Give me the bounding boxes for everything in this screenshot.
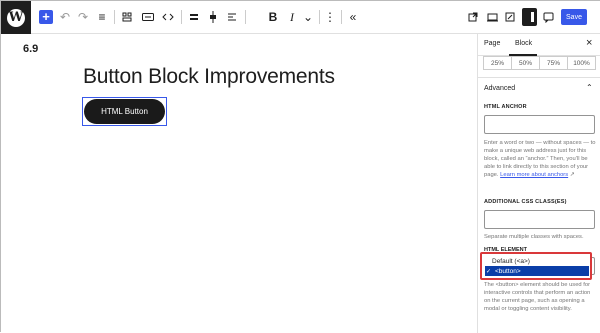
version-label: 6.9: [23, 43, 39, 55]
html-element-help: The <button> element should be used for …: [484, 282, 591, 312]
block-inserter-button[interactable]: +: [39, 10, 53, 24]
bold-button[interactable]: B: [267, 7, 279, 27]
width-option-100[interactable]: 100%: [568, 56, 596, 70]
move-arrows-icon[interactable]: [161, 7, 175, 27]
chevron-up-icon[interactable]: ⌃: [586, 83, 593, 92]
comment-icon[interactable]: [542, 7, 554, 27]
html-anchor-help: Enter a word or two — without spaces — t…: [484, 140, 596, 178]
vertical-align-icon[interactable]: [207, 7, 219, 27]
editor-window: W + ↶ ↷ ≡ B I ⌄ ⋮ « Save 6.9 Button Bloc…: [0, 0, 600, 333]
html-element-option-button-label: <button>: [495, 267, 521, 275]
html-element-option-default[interactable]: Default (<a>): [485, 256, 589, 266]
toolbar-divider: [245, 10, 246, 24]
text-align-icon[interactable]: [226, 7, 238, 27]
divider: [478, 77, 600, 78]
post-title[interactable]: Button Block Improvements: [83, 65, 335, 89]
toolbar-divider: [341, 10, 342, 24]
save-button[interactable]: Save: [561, 9, 587, 25]
width-option-75[interactable]: 75%: [540, 56, 568, 70]
html-anchor-input[interactable]: [484, 115, 595, 134]
toolbar-divider: [181, 10, 182, 24]
justify-icon[interactable]: [188, 7, 200, 27]
undo-icon[interactable]: ↶: [59, 7, 71, 27]
css-class-help: Separate multiple classes with spaces.: [484, 234, 584, 240]
html-element-dropdown: Default (<a>) ✓ <button>: [480, 252, 592, 280]
styles-icon[interactable]: [504, 7, 516, 27]
html-anchor-label: HTML ANCHOR: [484, 104, 527, 110]
toolbar-divider: [319, 10, 320, 24]
parent-block-icon[interactable]: [121, 7, 133, 27]
preview-device-icon[interactable]: [486, 7, 498, 27]
wordpress-logo[interactable]: W: [1, 1, 31, 34]
view-external-icon[interactable]: [467, 7, 479, 27]
tab-block[interactable]: Block: [515, 40, 532, 47]
checkmark-icon: ✓: [486, 268, 492, 275]
redo-icon[interactable]: ↷: [77, 7, 89, 27]
close-icon[interactable]: ×: [586, 37, 592, 49]
block-options-icon[interactable]: ⋮: [324, 7, 336, 27]
editor-canvas: 6.9 Button Block Improvements HTML Butto…: [1, 34, 477, 333]
width-options: 25% 50% 75% 100%: [483, 56, 596, 70]
html-button[interactable]: HTML Button: [84, 99, 165, 124]
italic-button[interactable]: I: [286, 7, 298, 27]
learn-more-link[interactable]: Learn more about anchors: [500, 172, 568, 178]
wordpress-w-icon: W: [7, 8, 25, 27]
html-element-option-button[interactable]: ✓ <button>: [485, 266, 589, 276]
collapse-toolbar-icon[interactable]: «: [347, 7, 359, 27]
sidebar-tabs: Page Block ×: [478, 34, 600, 56]
advanced-panel-title[interactable]: Advanced: [484, 85, 515, 92]
editor-toolbar: W + ↶ ↷ ≡ B I ⌄ ⋮ « Save: [1, 1, 600, 34]
more-formats-chevron-icon[interactable]: ⌄: [302, 7, 314, 27]
button-block-icon[interactable]: [142, 7, 154, 27]
css-class-input[interactable]: [484, 210, 595, 229]
width-option-25[interactable]: 25%: [483, 56, 512, 70]
css-class-label: ADDITIONAL CSS CLASS(ES): [484, 199, 567, 205]
width-option-50[interactable]: 50%: [512, 56, 540, 70]
settings-sidebar-toggle-icon[interactable]: [522, 8, 537, 26]
settings-sidebar: Page Block × 25% 50% 75% 100% Advanced ⌃…: [477, 34, 600, 333]
document-overview-icon[interactable]: ≡: [96, 7, 108, 27]
button-block-selection[interactable]: HTML Button: [82, 97, 167, 126]
toolbar-divider: [114, 10, 115, 24]
tab-page[interactable]: Page: [484, 40, 500, 47]
